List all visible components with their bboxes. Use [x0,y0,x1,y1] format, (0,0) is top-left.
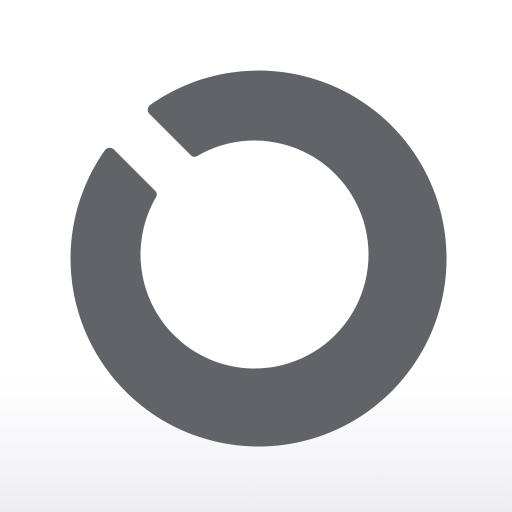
app-icon-canvas [0,0,512,512]
broken-ring-logo-icon [70,70,447,447]
ring-shape [70,70,447,447]
